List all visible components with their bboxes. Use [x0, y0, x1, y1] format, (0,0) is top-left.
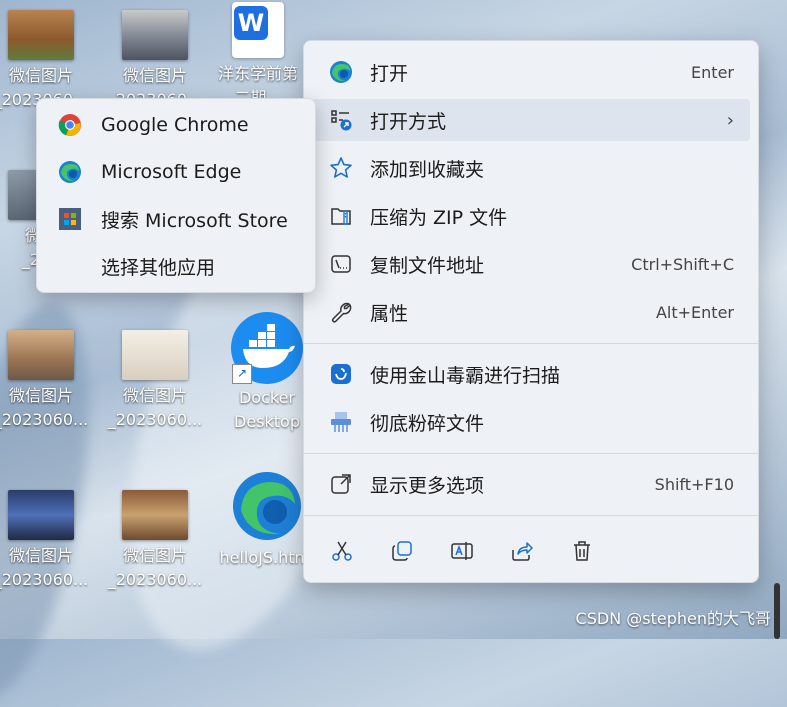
- chevron-right-icon: ›: [726, 109, 734, 131]
- menu-item-properties[interactable]: 属性 Alt+Enter: [312, 291, 750, 333]
- scrollbar[interactable]: [774, 583, 780, 639]
- menu-item-label: 彻底粉碎文件: [370, 412, 485, 435]
- menu-shortcut: Ctrl+Shift+C: [631, 254, 734, 274]
- copy-icon[interactable]: [388, 537, 416, 565]
- wrench-icon: [328, 299, 354, 325]
- more-options-icon: [328, 471, 354, 497]
- desktop-icon[interactable]: 微信图片 _2023060...: [0, 10, 96, 112]
- store-icon: [57, 206, 83, 232]
- menu-shortcut: Enter: [691, 62, 734, 82]
- menu-item-open-with[interactable]: 打开方式 ›: [312, 99, 750, 141]
- image-thumbnail: [8, 490, 74, 540]
- delete-icon[interactable]: [568, 537, 596, 565]
- desktop-icon-label: 微信图片: [8, 546, 73, 565]
- menu-quick-actions: [312, 531, 750, 571]
- desktop-icon[interactable]: 微信图片 _2023060...: [100, 10, 210, 112]
- menu-item-open[interactable]: 打开 Enter: [312, 51, 750, 93]
- menu-item-shred-file[interactable]: 彻底粉碎文件: [312, 401, 750, 443]
- desktop-icon-label: _2023060...: [0, 570, 89, 589]
- menu-item-label: 添加到收藏夹: [370, 158, 485, 181]
- blank-icon: [57, 253, 83, 279]
- submenu-item-label: Google Chrome: [101, 114, 249, 136]
- rename-icon[interactable]: [448, 537, 476, 565]
- menu-item-show-more-options[interactable]: 显示更多选项 Shift+F10: [312, 463, 750, 505]
- image-thumbnail: [122, 490, 188, 540]
- desktop-icon-label: 微信图片: [8, 66, 73, 85]
- open-with-submenu: Google Chrome Microsoft Edge 搜索 Microsof…: [36, 98, 316, 293]
- desktop-icon-label: 微信图片: [122, 546, 187, 565]
- wps-document-icon: W: [232, 2, 284, 58]
- menu-shortcut: Alt+Enter: [655, 302, 734, 322]
- edge-icon: [57, 159, 83, 185]
- menu-separator: [304, 343, 758, 344]
- submenu-item-choose-other-app[interactable]: 选择其他应用: [45, 244, 307, 288]
- submenu-item-label: 选择其他应用: [101, 256, 216, 279]
- menu-item-label: 复制文件地址: [370, 254, 485, 277]
- antivirus-icon: [328, 361, 354, 387]
- watermark: CSDN @stephen的大飞哥: [575, 609, 771, 628]
- desktop-icon-label: 微信图片: [8, 386, 73, 405]
- share-icon[interactable]: [508, 537, 536, 565]
- menu-item-label: 属性: [370, 302, 409, 325]
- desktop-icon-label: _2023060...: [0, 410, 89, 429]
- image-thumbnail: [122, 330, 188, 380]
- zip-icon: [328, 203, 354, 229]
- menu-item-label: 打开: [370, 62, 409, 85]
- menu-separator: [304, 515, 758, 516]
- menu-shortcut: Shift+F10: [654, 474, 734, 494]
- desktop-icon-label: 洋东学前第: [217, 64, 298, 83]
- submenu-item-chrome[interactable]: Google Chrome: [45, 103, 307, 147]
- menu-item-add-favorite[interactable]: 添加到收藏夹: [312, 147, 750, 189]
- desktop-icon[interactable]: W 洋东学前第 二期...: [203, 2, 313, 110]
- desktop-icon[interactable]: 微信图片 _2023060...: [0, 490, 96, 592]
- desktop-icon-label: 微信图片: [122, 66, 187, 85]
- star-icon: [328, 155, 354, 181]
- edge-file-icon: [231, 470, 303, 542]
- menu-separator: [304, 453, 758, 454]
- menu-item-copy-path[interactable]: 复制文件地址 Ctrl+Shift+C: [312, 243, 750, 285]
- image-thumbnail: [8, 330, 74, 380]
- submenu-item-label: 搜索 Microsoft Store: [101, 209, 288, 232]
- desktop-icon-label: _2023060...: [107, 410, 203, 429]
- submenu-item-edge[interactable]: Microsoft Edge: [45, 150, 307, 194]
- menu-item-label: 显示更多选项: [370, 474, 485, 497]
- cut-icon[interactable]: [328, 537, 356, 565]
- desktop-icon[interactable]: 微信图片 _2023060...: [100, 330, 210, 432]
- copy-path-icon: [328, 251, 354, 277]
- desktop-icon-label: 微信图片: [122, 386, 187, 405]
- image-thumbnail: [8, 10, 74, 60]
- menu-item-label: 打开方式: [370, 110, 447, 133]
- open-with-icon: [328, 107, 354, 133]
- image-thumbnail: [122, 10, 188, 60]
- menu-item-label: 使用金山毒霸进行扫描: [370, 364, 561, 387]
- submenu-item-label: Microsoft Edge: [101, 161, 242, 183]
- desktop-icon[interactable]: 微信图片 _2023060...: [0, 330, 96, 432]
- context-menu: 打开 Enter 打开方式 › 添加到收藏夹 压缩为 ZIP 文件 复制文件地址…: [303, 40, 759, 583]
- menu-item-compress-zip[interactable]: 压缩为 ZIP 文件: [312, 195, 750, 237]
- menu-item-scan-antivirus[interactable]: 使用金山毒霸进行扫描: [312, 353, 750, 395]
- edge-icon: [328, 59, 354, 85]
- submenu-item-store[interactable]: 搜索 Microsoft Store: [45, 197, 307, 241]
- shredder-icon: [328, 409, 354, 435]
- chrome-icon: [57, 112, 83, 138]
- shortcut-arrow-icon: ↗: [232, 364, 252, 384]
- menu-item-label: 压缩为 ZIP 文件: [370, 206, 508, 229]
- desktop-icon[interactable]: 微信图片 _2023060...: [100, 490, 210, 592]
- desktop-icon-label: _2023060...: [107, 570, 203, 589]
